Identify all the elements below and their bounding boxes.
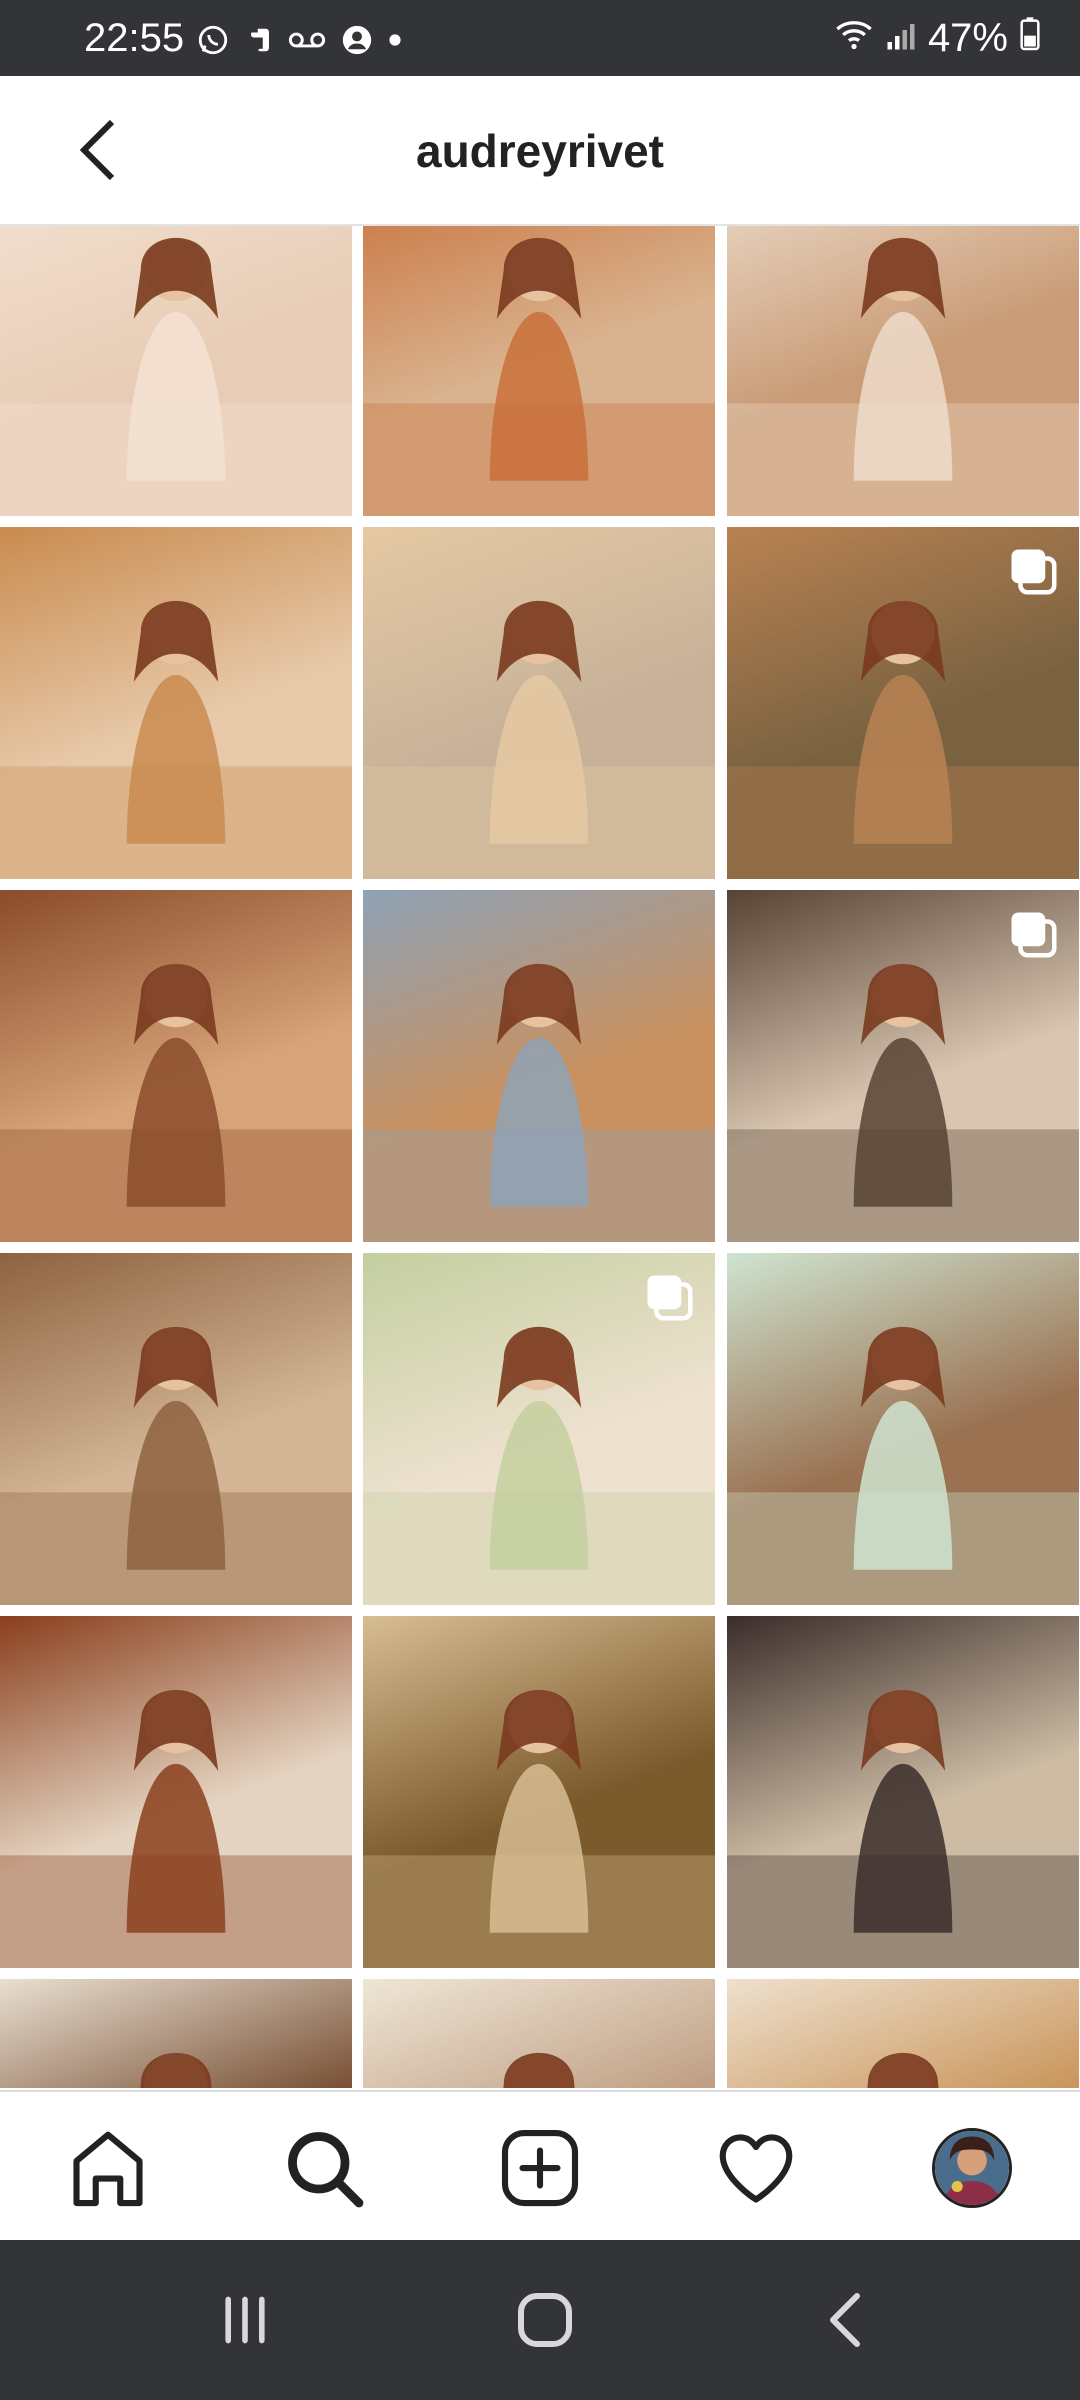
battery-percent: 47% [927, 15, 1008, 60]
photo-figure [363, 1689, 715, 1968]
photo-tile[interactable] [363, 890, 715, 1242]
recent-apps-icon [225, 2296, 265, 2344]
photo-grid[interactable] [0, 226, 1080, 2088]
nav-profile-button[interactable] [922, 2118, 1022, 2218]
heart-icon [719, 2134, 793, 2203]
photo-tile[interactable] [363, 527, 715, 879]
voicemail-icon [288, 28, 326, 52]
photo-tile[interactable] [727, 527, 1079, 879]
photo-figure [867, 2052, 939, 2088]
photo-tile[interactable] [0, 1253, 352, 1605]
photo-tile[interactable] [727, 1979, 1079, 2088]
photo-figure [363, 963, 715, 1242]
account-icon [340, 23, 374, 57]
profile-avatar [932, 2128, 1012, 2208]
wifi-icon [834, 16, 874, 61]
photo-figure [503, 2052, 575, 2088]
nav-activity-button[interactable] [706, 2118, 806, 2218]
bottom-navigation [0, 2090, 1080, 2242]
photo-tile[interactable] [727, 890, 1079, 1242]
photo-tile[interactable] [0, 527, 352, 879]
search-icon [288, 2132, 364, 2208]
carousel-icon [647, 1275, 693, 1321]
clock-time: 22:55 [84, 16, 185, 60]
battery-icon [1020, 16, 1040, 61]
photo-figure [727, 1689, 1079, 1968]
photo-tile[interactable] [727, 226, 1079, 516]
photo-tile[interactable] [363, 226, 715, 516]
carousel-icon [1011, 912, 1057, 958]
notification-icons [196, 20, 402, 60]
system-back-button[interactable] [800, 2280, 890, 2360]
photo-figure [727, 1326, 1079, 1605]
profile-header: audreyrivet [0, 76, 1080, 226]
photo-figure [0, 963, 352, 1242]
photo-tile[interactable] [363, 1616, 715, 1968]
more-notifications-dot [388, 33, 402, 47]
photo-tile[interactable] [0, 1616, 352, 1968]
carousel-icon [1011, 549, 1057, 595]
home-icon [73, 2131, 143, 2207]
evernote-icon [244, 23, 274, 57]
photo-tile[interactable] [0, 226, 352, 516]
profile-username: audreyrivet [415, 125, 664, 177]
photo-figure [363, 600, 715, 879]
photo-figure [140, 2052, 212, 2088]
photo-tile[interactable] [363, 1979, 715, 2088]
signal-icon [886, 16, 916, 61]
nav-search-button[interactable] [274, 2118, 374, 2218]
photo-tile[interactable] [727, 1253, 1079, 1605]
nav-home-button[interactable] [58, 2118, 158, 2218]
home-square-icon [518, 2293, 572, 2347]
photo-tile[interactable] [727, 1616, 1079, 1968]
photo-figure [0, 1326, 352, 1605]
recent-apps-button[interactable] [200, 2280, 290, 2360]
photo-figure [727, 237, 1079, 516]
photo-figure [0, 1689, 352, 1968]
photo-tile[interactable] [0, 890, 352, 1242]
photo-tile[interactable] [0, 1979, 352, 2088]
photo-figure [0, 600, 352, 879]
photo-figure [363, 237, 715, 516]
home-system-button[interactable] [500, 2280, 590, 2360]
photo-figure [0, 237, 352, 516]
new-post-icon [501, 2129, 579, 2207]
nav-new-post-button[interactable] [490, 2118, 590, 2218]
back-arrow-icon [830, 2293, 860, 2347]
system-indicators: 47% [834, 16, 1040, 60]
status-bar: 22:55 47% [0, 0, 1080, 76]
system-navigation-bar [0, 2240, 1080, 2400]
whatsapp-icon [196, 23, 230, 57]
photo-tile[interactable] [363, 1253, 715, 1605]
